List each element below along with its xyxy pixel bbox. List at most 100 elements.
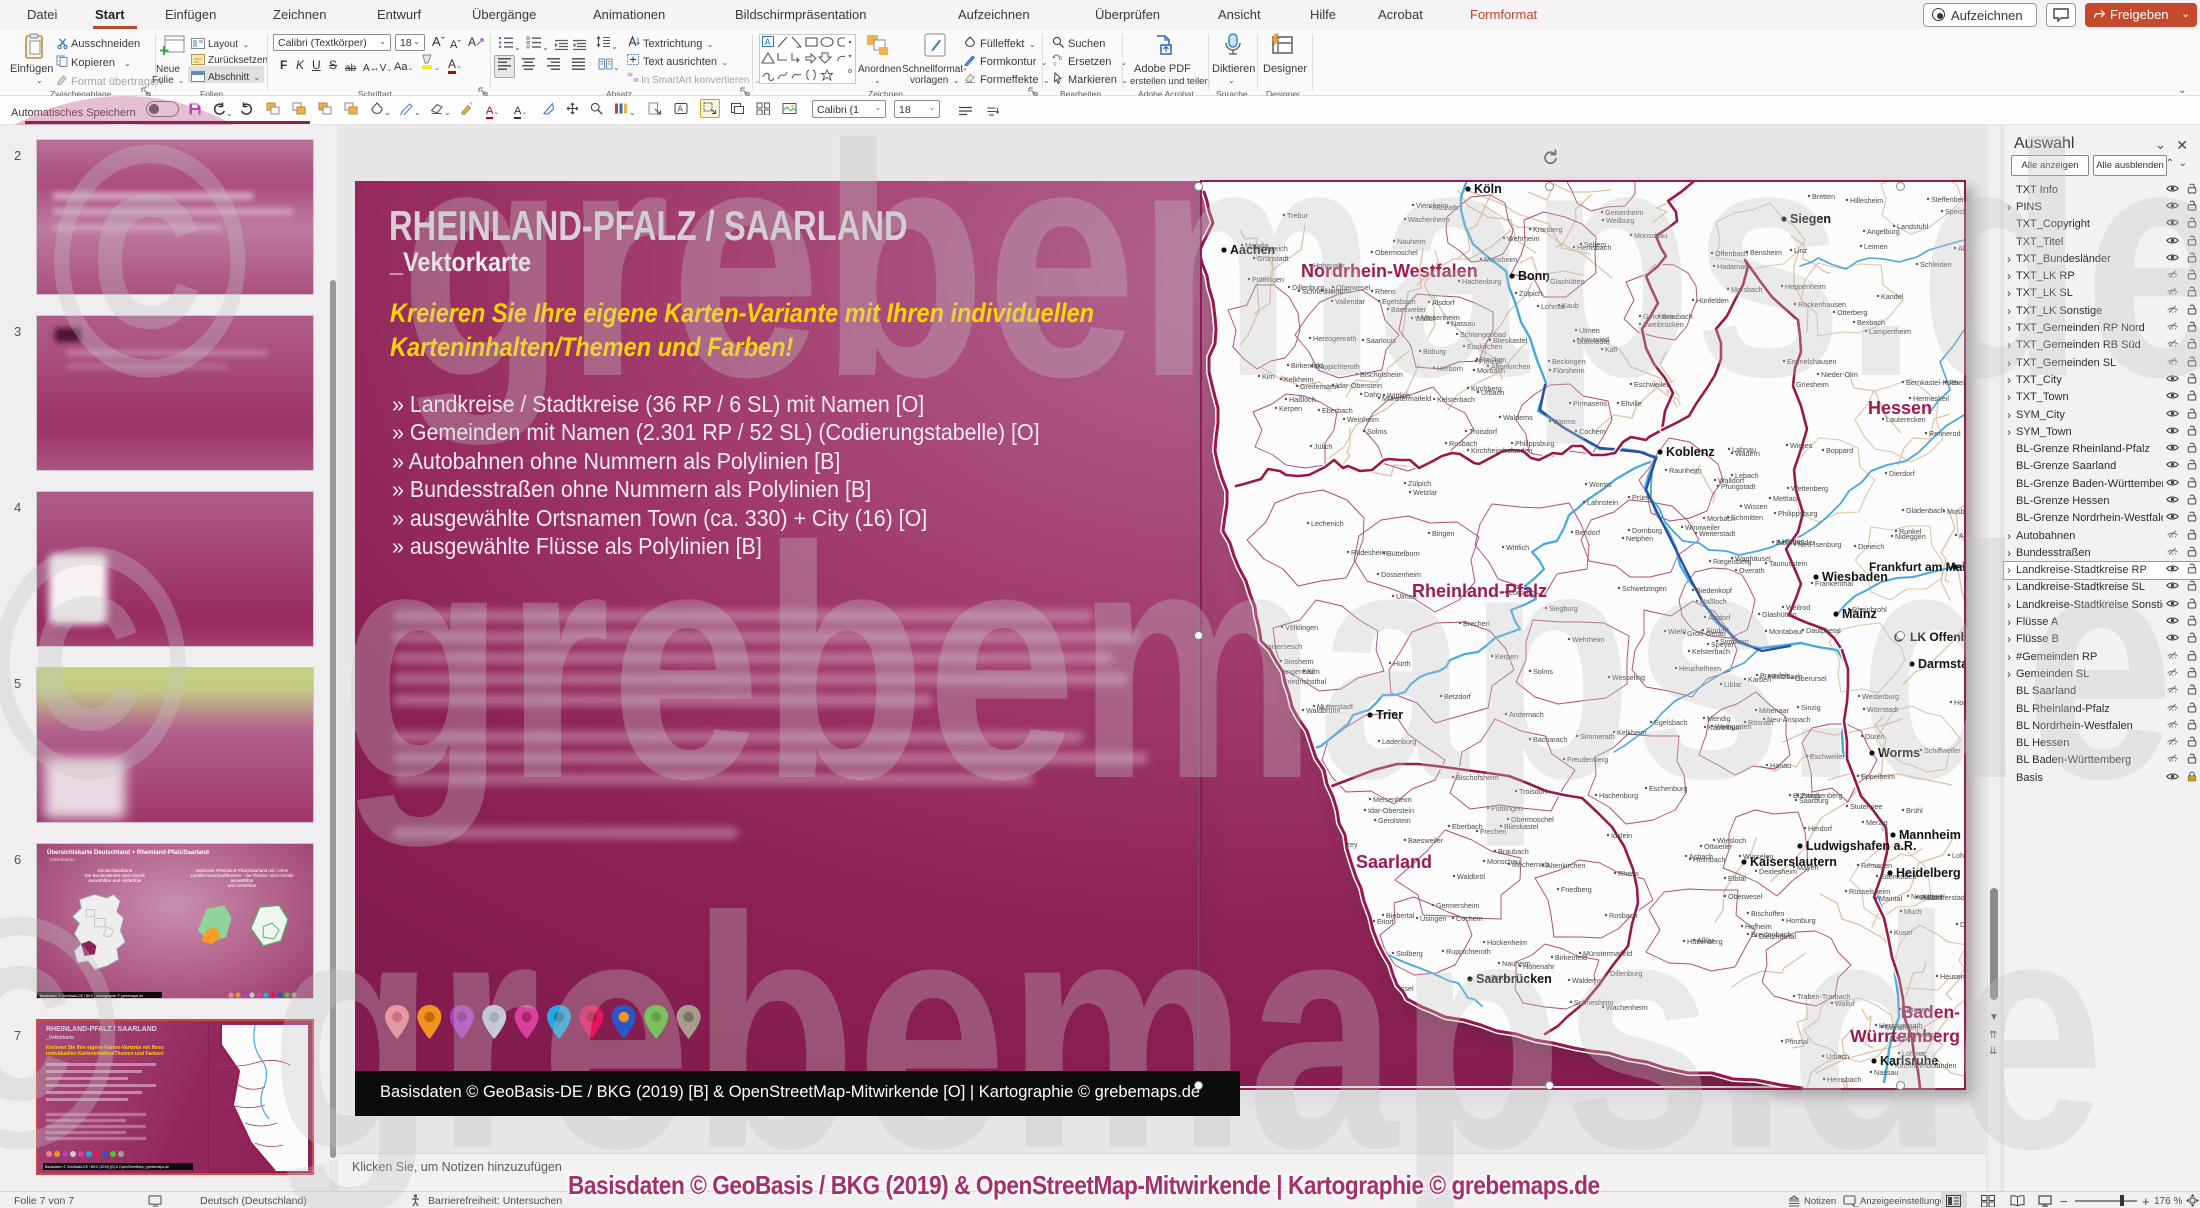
svg-text:Ottweiler: Ottweiler xyxy=(1704,842,1733,851)
svg-text:Rhens: Rhens xyxy=(1618,869,1639,878)
svg-text:Germersheim: Germersheim xyxy=(1436,901,1480,910)
svg-text:Wadern: Wadern xyxy=(1735,449,1760,458)
svg-text:Zweibrücken: Zweibrücken xyxy=(1643,320,1684,329)
svg-text:b: b xyxy=(1059,56,1063,62)
svg-text:Stolberg: Stolberg xyxy=(1396,949,1423,958)
svg-text:Bischoffen: Bischoffen xyxy=(1751,909,1784,918)
svg-text:Morbach: Morbach xyxy=(1707,514,1735,523)
svg-text:Asbach: Asbach xyxy=(1689,852,1713,861)
svg-text:Kronberg: Kronberg xyxy=(1286,953,1316,962)
svg-text:Friedrichsthal: Friedrichsthal xyxy=(1283,677,1327,686)
svg-text:Hünfelden: Hünfelden xyxy=(1696,296,1729,305)
svg-text:Kaub: Kaub xyxy=(1562,301,1579,310)
svg-text:Ulmen: Ulmen xyxy=(1579,326,1600,335)
svg-text:Wachenheim: Wachenheim xyxy=(1408,215,1450,224)
svg-text:Dillenburg: Dillenburg xyxy=(1610,969,1642,978)
svg-text:Pfinztal: Pfinztal xyxy=(1785,1037,1809,1046)
svg-text:Haiger: Haiger xyxy=(1782,537,1804,546)
svg-text:Stutensee: Stutensee xyxy=(1850,802,1882,811)
svg-text:Herborn: Herborn xyxy=(1326,963,1352,972)
svg-text:Hessen: Hessen xyxy=(1868,398,1932,418)
svg-text:Liblar: Liblar xyxy=(1724,680,1742,689)
svg-text:Biedenkopf: Biedenkopf xyxy=(1696,586,1732,595)
svg-text:Flörsheim: Flörsheim xyxy=(1553,366,1585,375)
svg-text:Münstermaifeld: Münstermaifeld xyxy=(1583,949,1632,958)
svg-text:Pfungstadt: Pfungstadt xyxy=(1721,482,1755,491)
svg-text:Ruppichteroth: Ruppichteroth xyxy=(1315,362,1360,371)
svg-text:Wettenberg: Wettenberg xyxy=(1791,484,1828,493)
svg-text:Offenbach: Offenbach xyxy=(1715,249,1748,258)
svg-text:Lebach: Lebach xyxy=(1735,471,1759,480)
svg-text:Cochem: Cochem xyxy=(1579,427,1606,436)
svg-text:Bonn: Bonn xyxy=(1518,269,1550,283)
svg-text:Mosbach: Mosbach xyxy=(1947,507,1966,516)
svg-text:Eltville: Eltville xyxy=(1621,399,1642,408)
svg-text:Heidelberg: Heidelberg xyxy=(1896,866,1961,880)
svg-text:Haßloch: Haßloch xyxy=(1700,597,1727,606)
svg-text:Freudenberg: Freudenberg xyxy=(1567,755,1608,764)
svg-text:Riegelsberg: Riegelsberg xyxy=(1713,557,1751,566)
svg-text:Monschau: Monschau xyxy=(1634,231,1667,240)
svg-text:Herborn: Herborn xyxy=(1437,364,1463,373)
svg-text:Steffenberg: Steffenberg xyxy=(1931,195,1966,204)
svg-text:Aachen: Aachen xyxy=(1230,243,1275,257)
svg-text:Rösrath: Rösrath xyxy=(1748,718,1773,727)
svg-text:Bensheim: Bensheim xyxy=(1750,248,1782,257)
svg-text:Raunheim: Raunheim xyxy=(1669,466,1702,475)
svg-text:Sinsheim: Sinsheim xyxy=(1284,657,1314,666)
svg-text:Oberursel: Oberursel xyxy=(1795,674,1827,683)
svg-text:Bacharach: Bacharach xyxy=(1533,735,1567,744)
svg-text:Gerolstein: Gerolstein xyxy=(1378,816,1411,825)
svg-text:Eitorf: Eitorf xyxy=(1377,917,1394,926)
svg-text:Püttlingen: Püttlingen xyxy=(1252,275,1284,284)
svg-text:Emmelshausen: Emmelshausen xyxy=(1787,357,1837,366)
svg-text:Trier: Trier xyxy=(1376,708,1403,722)
svg-text:Kronberg: Kronberg xyxy=(1533,225,1563,234)
svg-text:Walluf: Walluf xyxy=(1415,314,1435,323)
svg-text:Griesheim: Griesheim xyxy=(1796,380,1829,389)
svg-text:Mendig: Mendig xyxy=(1707,714,1731,723)
svg-text:LK Offenbach: LK Offenbach xyxy=(1910,630,1966,644)
svg-text:Koblenz: Koblenz xyxy=(1666,445,1715,459)
svg-text:Speicher: Speicher xyxy=(1945,207,1966,216)
svg-text:Siegburg: Siegburg xyxy=(1549,604,1578,613)
svg-text:Büttelborn: Büttelborn xyxy=(1387,549,1420,558)
svg-text:Schriesheim: Schriesheim xyxy=(1574,998,1614,1007)
svg-text:Karben: Karben xyxy=(1748,675,1771,684)
svg-text:Trebur: Trebur xyxy=(1300,992,1322,1001)
svg-text:Eberbach: Eberbach xyxy=(1452,822,1483,831)
svg-text:Saarlouis: Saarlouis xyxy=(1366,336,1396,345)
svg-text:Eschweiler: Eschweiler xyxy=(1634,380,1669,389)
svg-text:Frechen: Frechen xyxy=(1480,827,1506,836)
svg-text:Hachenburg: Hachenburg xyxy=(1599,791,1638,800)
svg-text:Walluf: Walluf xyxy=(1835,999,1855,1008)
svg-text:Monsheim: Monsheim xyxy=(1484,255,1517,264)
svg-text:Solms: Solms xyxy=(1367,427,1387,436)
svg-text:Bretten: Bretten xyxy=(1812,192,1835,201)
svg-text:Urbach: Urbach xyxy=(1826,1052,1849,1061)
svg-text:Worms: Worms xyxy=(1878,746,1920,760)
svg-text:Sindorf: Sindorf xyxy=(1706,626,1729,635)
svg-text:Alsdorf: Alsdorf xyxy=(1432,298,1454,307)
svg-text:Wehrheim: Wehrheim xyxy=(1572,635,1605,644)
svg-text:Dreieich: Dreieich xyxy=(1858,542,1884,551)
svg-text:Lechenich: Lechenich xyxy=(1311,519,1344,528)
svg-text:Weinheim: Weinheim xyxy=(1347,415,1379,424)
svg-text:Dossenheim: Dossenheim xyxy=(1381,570,1421,579)
svg-text:Betzdorf: Betzdorf xyxy=(1444,692,1471,701)
svg-text:Rheinland-Pfalz: Rheinland-Pfalz xyxy=(1412,581,1547,601)
svg-text:Meisenheim: Meisenheim xyxy=(1373,795,1412,804)
svg-text:Eschweiler: Eschweiler xyxy=(1810,752,1845,761)
svg-text:Zülpich: Zülpich xyxy=(1408,479,1431,488)
svg-text:Idstein: Idstein xyxy=(1611,831,1632,840)
svg-text:A: A xyxy=(765,37,771,47)
svg-text:Nordrhein-Westfalen: Nordrhein-Westfalen xyxy=(1301,261,1478,281)
svg-text:Ladenburg: Ladenburg xyxy=(1382,737,1416,746)
svg-text:Schiffweiler: Schiffweiler xyxy=(1924,746,1961,755)
svg-text:Birkenfeld: Birkenfeld xyxy=(1555,953,1587,962)
svg-text:Friedberg: Friedberg xyxy=(1561,885,1592,894)
svg-text:Kelkheim: Kelkheim xyxy=(1617,728,1647,737)
svg-text:Hohenahr: Hohenahr xyxy=(1523,962,1555,971)
svg-text:Wehrheim: Wehrheim xyxy=(1507,234,1540,243)
svg-text:Vallendar: Vallendar xyxy=(1335,297,1365,306)
